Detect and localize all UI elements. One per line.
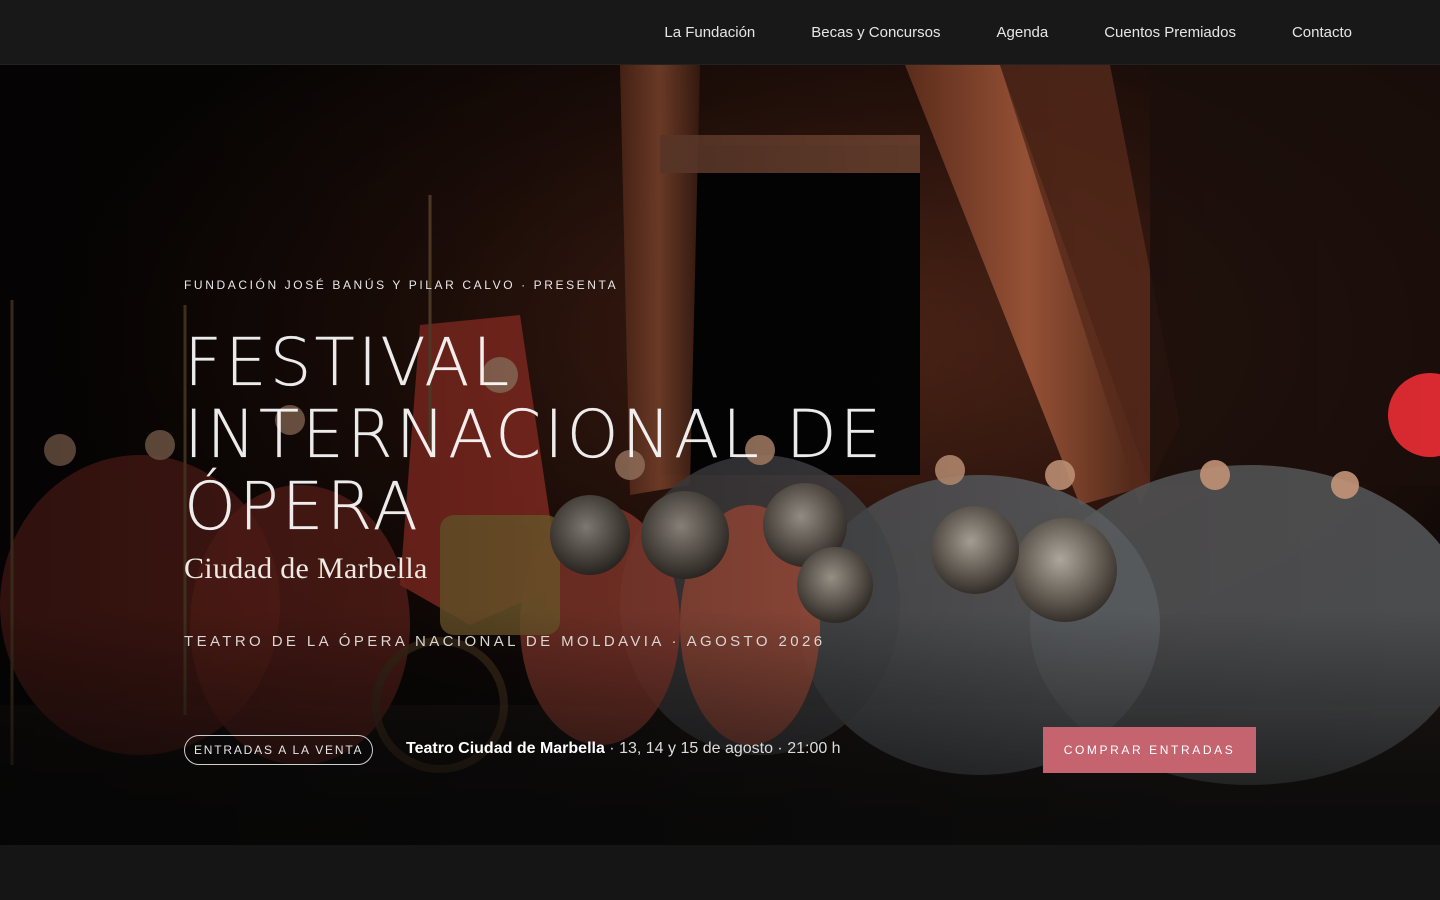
hero-title: Festival Internacional de Ópera (184, 324, 1004, 545)
hero-title-line: Internacional de (184, 396, 885, 473)
nav-item-la-fundacion[interactable]: La Fundación (664, 24, 755, 41)
nav-item-cuentos-premiados[interactable]: Cuentos Premiados (1104, 24, 1236, 41)
event-venue: Teatro Ciudad de Marbella (406, 740, 605, 757)
tickets-on-sale-badge: Entradas a la venta (184, 735, 374, 765)
buy-tickets-button[interactable]: Comprar entradas (1043, 727, 1256, 773)
hero-eyebrow: Fundación José Banús y Pilar Calvo · Pre… (184, 278, 619, 292)
top-navigation-bar: La Fundación Becas y Concursos Agenda Cu… (0, 0, 1440, 65)
hero-venue-line: Teatro de la Ópera Nacional de Moldavia … (184, 633, 826, 650)
hero-title-line: Ópera (184, 468, 421, 545)
hero-content: Fundación José Banús y Pilar Calvo · Pre… (184, 65, 1264, 845)
nav-item-contacto[interactable]: Contacto (1292, 24, 1352, 41)
hero-section: Fundación José Banús y Pilar Calvo · Pre… (0, 65, 1440, 845)
page-below-hero (0, 845, 1440, 900)
hero-title-line: Festival (184, 324, 513, 401)
hero-subtitle: Ciudad de Marbella (184, 552, 428, 585)
event-info: Teatro Ciudad de Marbella · 13, 14 y 15 … (406, 740, 841, 758)
main-nav: La Fundación Becas y Concursos Agenda Cu… (664, 0, 1352, 64)
event-details: · 13, 14 y 15 de agosto · 21:00 h (604, 740, 841, 757)
nav-item-becas-y-concursos[interactable]: Becas y Concursos (811, 24, 940, 41)
nav-item-agenda[interactable]: Agenda (997, 24, 1049, 41)
